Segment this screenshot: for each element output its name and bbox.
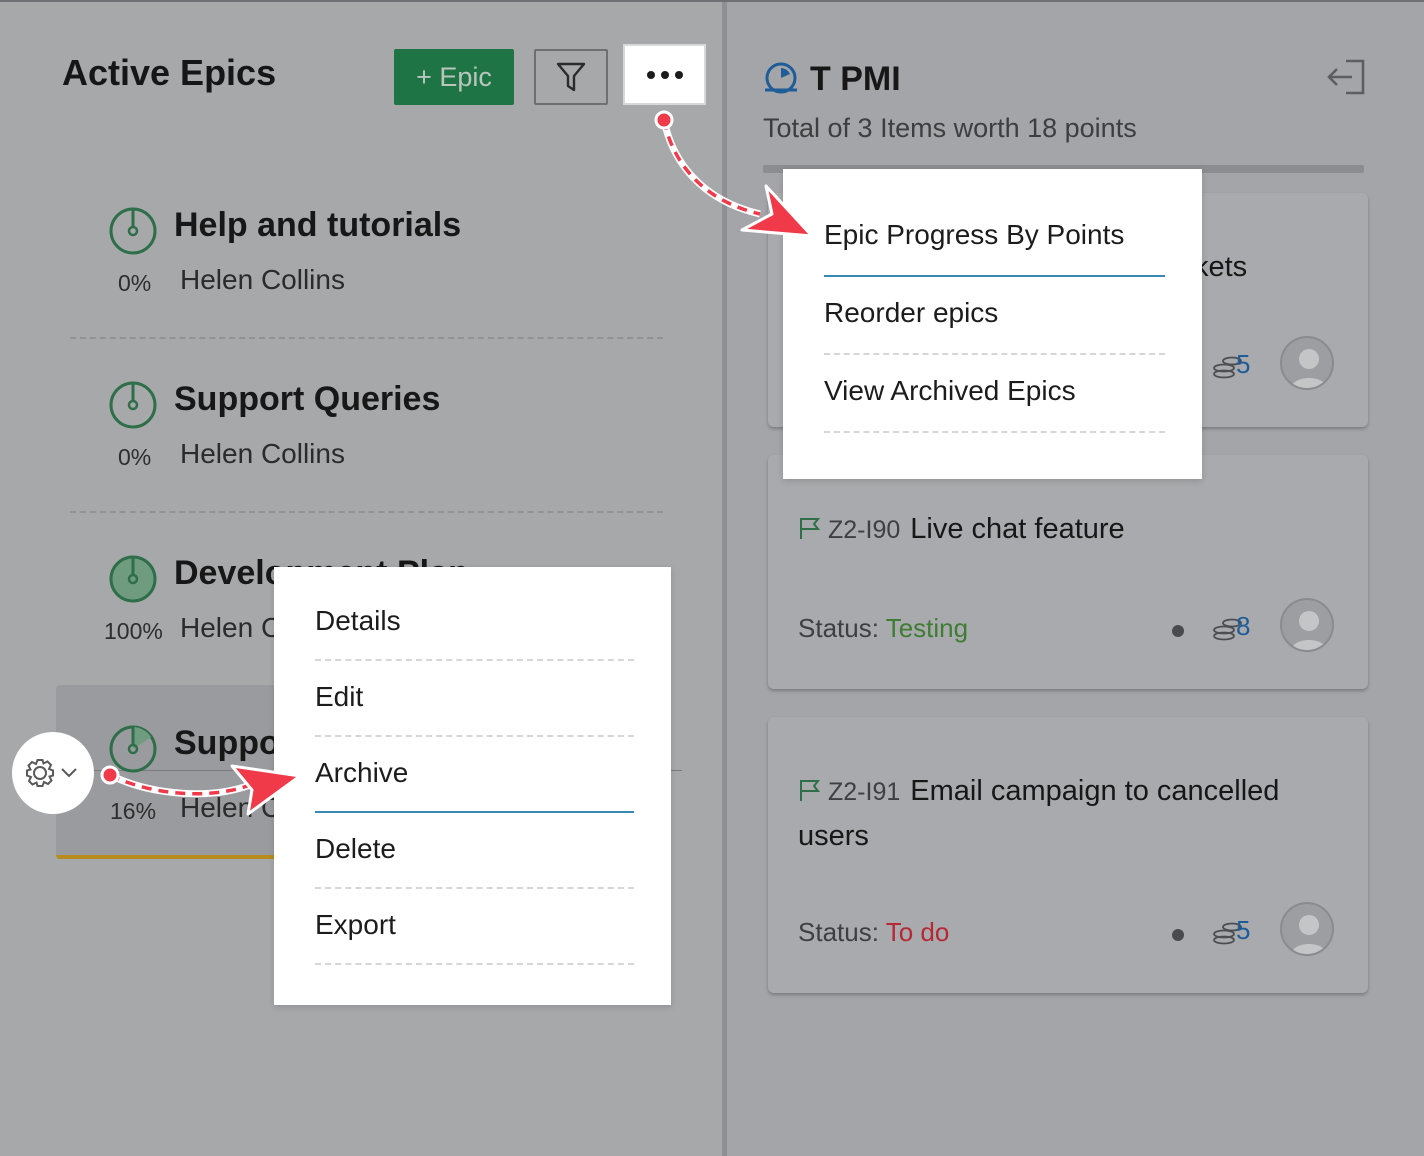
flag-icon xyxy=(800,780,821,801)
work-item-points: 8 xyxy=(1236,611,1251,641)
avatar[interactable] xyxy=(1280,902,1334,956)
menu-item-details[interactable]: Details xyxy=(315,605,634,661)
epic-percent: 100% xyxy=(104,618,163,644)
work-item-status: Status: Testing xyxy=(798,613,968,644)
work-item-status: Status: To do xyxy=(798,917,949,948)
epic-progress-icon xyxy=(109,555,157,603)
status-value: To do xyxy=(885,917,950,947)
top-border xyxy=(0,0,1424,2)
flag-icon xyxy=(800,518,821,539)
sprint-summary: Total of 3 Items worth 18 points xyxy=(763,113,1137,143)
epic-progress-icon xyxy=(109,725,157,773)
user-avatar-icon xyxy=(1290,349,1328,388)
epic-name: Help and tutorials xyxy=(174,206,462,244)
epic-percent: 0% xyxy=(118,444,152,470)
avatar[interactable] xyxy=(1280,598,1334,652)
user-avatar-icon xyxy=(1290,915,1328,954)
work-item-card[interactable]: Z2-I90 Live chat feature Status: Testing … xyxy=(768,455,1368,689)
status-value: Testing xyxy=(885,613,969,643)
menu-item-export[interactable]: Export xyxy=(315,909,634,965)
menu-item-view-archived[interactable]: View Archived Epics xyxy=(824,375,1165,433)
more-options-button[interactable] xyxy=(623,44,706,105)
priority-dot xyxy=(1172,929,1184,941)
work-item-points: 5 xyxy=(1236,915,1251,945)
work-item-points: 5 xyxy=(1236,349,1251,379)
epic-percent: 0% xyxy=(118,270,152,296)
epic-progress-icon xyxy=(109,207,157,255)
sprint-clock-icon xyxy=(765,62,797,94)
more-options-menu: Epic Progress By Points Reorder epics Vi… xyxy=(783,169,1202,479)
status-label: Status: xyxy=(798,613,879,643)
work-item-title-line: Z2-I91 Email campaign to cancelled users xyxy=(798,769,1318,858)
priority-dot xyxy=(1172,625,1184,637)
work-item-key: Z2-I91 xyxy=(828,778,901,806)
epic-settings-button[interactable] xyxy=(12,732,94,814)
epic-owner: Helen Collins xyxy=(180,438,345,469)
gear-icon xyxy=(26,759,77,787)
epic-context-menu: Details Edit Archive Delete Export xyxy=(274,567,671,1005)
sprint-title: T PMI xyxy=(810,60,901,98)
menu-item-epic-progress[interactable]: Epic Progress By Points xyxy=(824,219,1165,277)
add-epic-button[interactable]: + Epic xyxy=(394,49,514,105)
more-dots-icon xyxy=(646,70,683,79)
status-label: Status: xyxy=(798,917,879,947)
work-item-card[interactable]: Z2-I91 Email campaign to cancelled users … xyxy=(768,717,1368,993)
work-item-title: kets xyxy=(1194,251,1248,283)
menu-item-delete[interactable]: Delete xyxy=(315,833,634,889)
epic-name: Support Queries xyxy=(174,380,441,418)
work-item-title: Live chat feature xyxy=(910,513,1125,545)
work-item-key: Z2-I90 xyxy=(828,516,901,544)
avatar[interactable] xyxy=(1280,336,1334,390)
exit-panel-icon[interactable] xyxy=(1326,58,1366,96)
user-avatar-icon xyxy=(1290,611,1328,650)
page-title: Active Epics xyxy=(62,52,277,93)
list-divider xyxy=(70,511,663,513)
add-epic-label: + Epic xyxy=(416,61,492,92)
epic-owner: Helen Collins xyxy=(180,264,345,295)
menu-item-reorder-epics[interactable]: Reorder epics xyxy=(824,297,1165,355)
filter-button[interactable] xyxy=(534,49,608,105)
filter-icon xyxy=(556,62,586,92)
list-divider xyxy=(70,337,663,339)
work-item-title-line: Z2-I90 Live chat feature xyxy=(798,507,1318,552)
epic-progress-icon xyxy=(109,381,157,429)
menu-item-edit[interactable]: Edit xyxy=(315,681,634,737)
menu-item-archive[interactable]: Archive xyxy=(315,757,634,813)
epic-percent: 16% xyxy=(110,798,157,824)
